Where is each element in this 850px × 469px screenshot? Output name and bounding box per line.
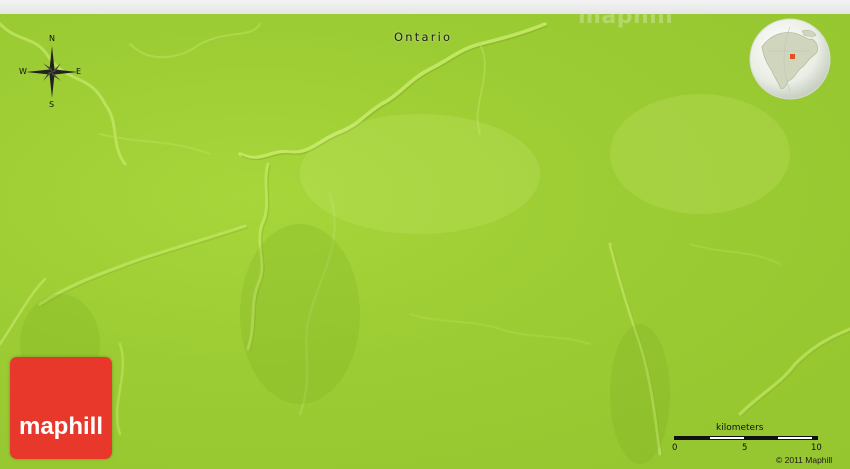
- locator-globe: [748, 17, 832, 101]
- compass-east-label: E: [76, 67, 82, 76]
- compass-south-label: S: [49, 100, 55, 109]
- scale-bar: kilometers 0 5 10: [668, 420, 828, 460]
- scale-unit-label: kilometers: [716, 423, 764, 433]
- location-marker: [790, 54, 795, 59]
- map-top-border: [0, 0, 850, 14]
- copyright-notice: © 2011 Maphill: [776, 455, 833, 465]
- compass-north-label: N: [49, 34, 55, 43]
- scale-tick-0: 0: [672, 443, 678, 453]
- region-label-ontario: Ontario: [394, 30, 453, 44]
- terrain-relief: [0, 22, 850, 464]
- scale-tick-5: 5: [742, 443, 748, 453]
- scale-tick-10: 10: [811, 443, 822, 453]
- scale-bar-segment: [710, 437, 744, 439]
- physical-map[interactable]: maphill Ontario N S E W maphill kilomete…: [0, 14, 850, 469]
- compass-rose: N S E W: [16, 34, 88, 109]
- compass-west-label: W: [19, 67, 27, 76]
- maphill-watermark: maphill: [578, 14, 674, 29]
- maphill-logo[interactable]: maphill: [10, 357, 112, 459]
- scale-bar-segment: [778, 437, 812, 439]
- globe-icon: [749, 18, 831, 100]
- maphill-logo-text: maphill: [18, 413, 103, 440]
